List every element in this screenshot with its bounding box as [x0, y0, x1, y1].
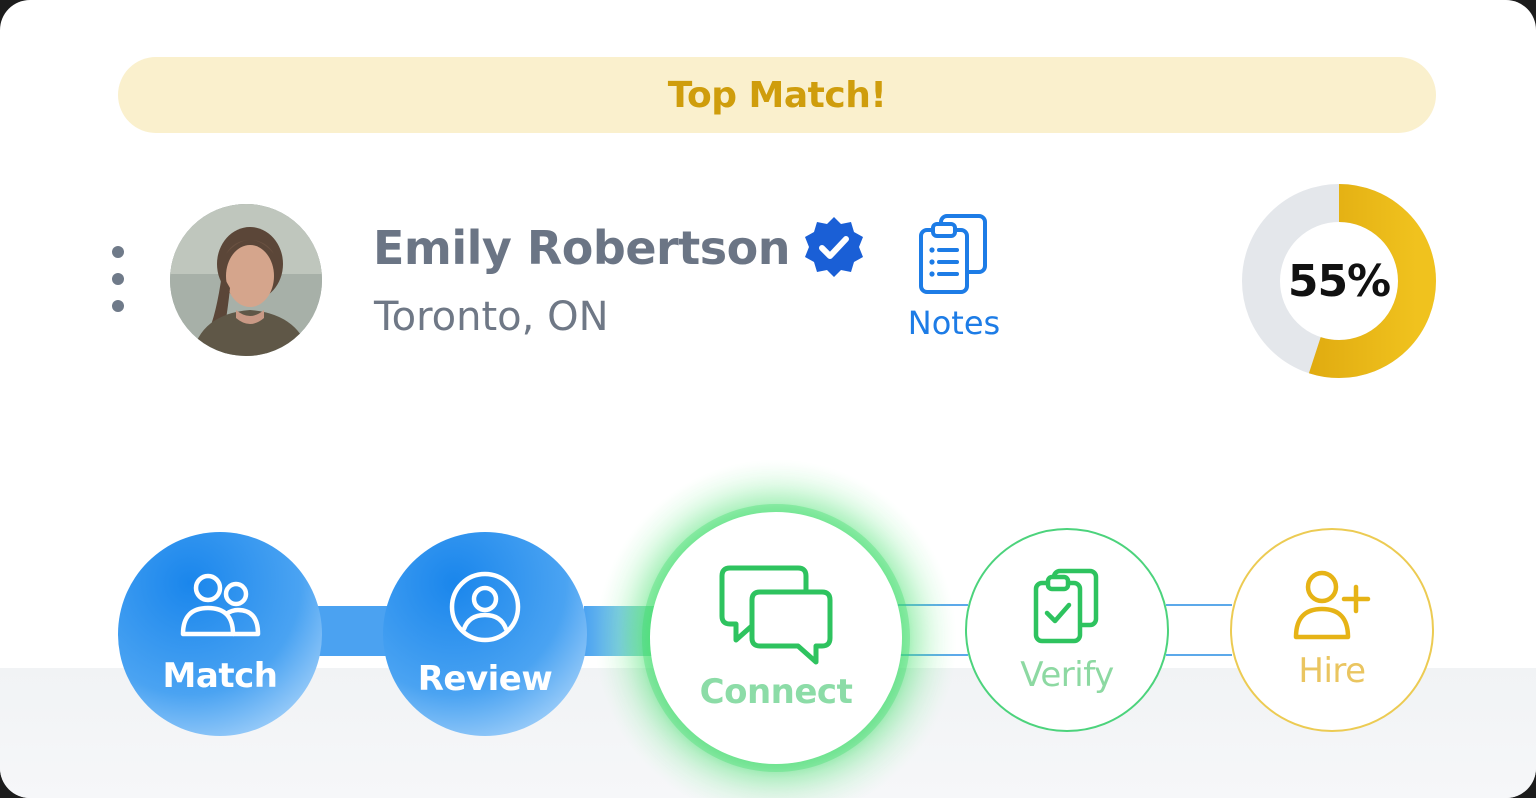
chat-bubbles-icon — [719, 565, 833, 665]
step-hire-label: Hire — [1298, 651, 1366, 691]
step-connect-label: Connect — [699, 672, 853, 712]
step-match[interactable]: Match — [118, 532, 322, 736]
connector-match-review — [318, 606, 388, 656]
notes-label: Notes — [907, 304, 1001, 342]
step-hire[interactable]: Hire — [1230, 528, 1434, 732]
notes-button[interactable]: Notes — [892, 212, 1016, 347]
step-verify-label: Verify — [1020, 655, 1114, 695]
match-score-label: 55% — [1287, 255, 1391, 307]
top-match-banner: Top Match! — [118, 57, 1436, 133]
step-review[interactable]: Review — [383, 532, 587, 736]
clipboard-list-icon — [919, 214, 987, 294]
more-options-icon[interactable] — [108, 246, 128, 316]
step-review-label: Review — [417, 659, 553, 699]
clipboard-check-icon — [1033, 568, 1099, 644]
user-circle-icon — [449, 571, 521, 643]
candidate-name-row: Emily Robertson — [373, 214, 868, 282]
step-match-label: Match — [162, 656, 278, 696]
verified-badge-icon — [804, 217, 863, 277]
top-match-label: Top Match! — [667, 74, 887, 116]
connector-verify-hire — [1166, 604, 1232, 656]
user-plus-icon — [1293, 570, 1371, 640]
avatar — [170, 204, 322, 356]
candidate-name[interactable]: Emily Robertson — [373, 221, 790, 275]
step-verify[interactable]: Verify — [965, 528, 1169, 732]
users-icon — [180, 573, 261, 637]
candidate-location: Toronto, ON — [374, 294, 609, 340]
step-connect[interactable]: Connect — [650, 512, 902, 764]
candidate-card: Top Match! Emily Robertson Toronto, ON N… — [0, 0, 1536, 798]
match-score-donut: 55% — [1240, 182, 1438, 380]
